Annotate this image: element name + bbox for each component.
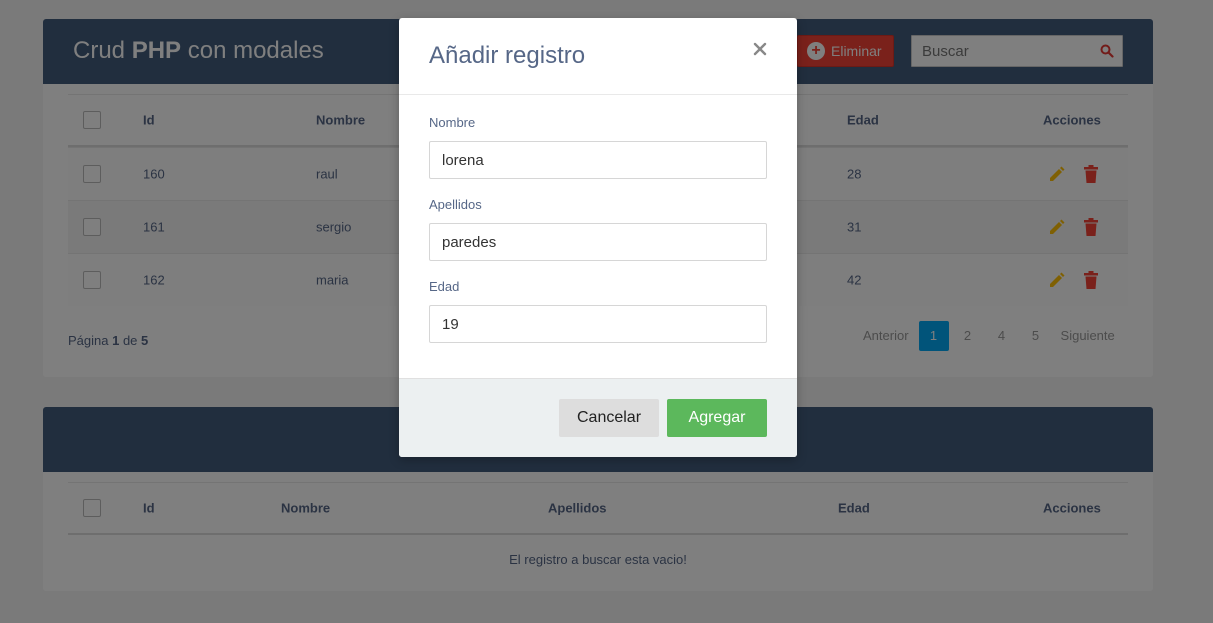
edad-label: Edad — [429, 279, 460, 294]
modal-body: Nombre Apellidos Edad — [429, 115, 767, 361]
apellidos-label: Apellidos — [429, 197, 482, 212]
apellidos-field[interactable] — [429, 223, 767, 261]
modal-header: Añadir registro — [399, 18, 797, 95]
edad-field[interactable] — [429, 305, 767, 343]
close-icon[interactable] — [751, 40, 769, 58]
nombre-label: Nombre — [429, 115, 476, 130]
add-button[interactable]: Agregar — [667, 399, 767, 437]
modal-title: Añadir registro — [429, 42, 586, 69]
add-record-modal: Añadir registro Nombre Apellidos Edad Ca… — [399, 18, 797, 457]
cancel-button[interactable]: Cancelar — [559, 399, 659, 437]
nombre-field[interactable] — [429, 141, 767, 179]
modal-footer: Cancelar Agregar — [399, 378, 797, 457]
